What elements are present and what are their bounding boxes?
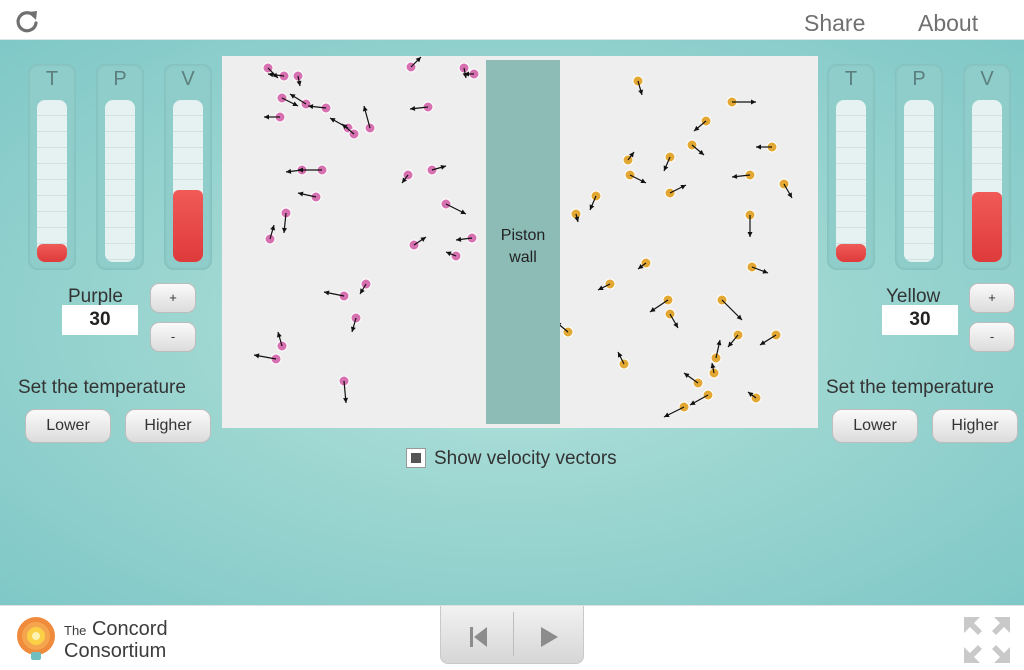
piston-wall[interactable]: Piston wall (486, 60, 560, 424)
yellow-molecule (663, 401, 690, 418)
purple-molecule (362, 105, 376, 134)
purple-molecule (280, 207, 292, 234)
yellow-molecule (726, 96, 756, 108)
purple-molecule (426, 164, 447, 176)
purple-molecule (338, 375, 350, 404)
right-pressure-gauge: P (895, 64, 943, 270)
purple-molecule (401, 169, 414, 184)
yellow-molecule (597, 278, 616, 291)
yellow-molecule (570, 208, 582, 223)
velocity-vectors-label[interactable]: Show velocity vectors (434, 448, 617, 470)
right-value-field[interactable]: 30 (882, 305, 958, 335)
purple-molecule (409, 101, 434, 113)
yellow-molecule (664, 184, 687, 199)
right-temperature-gauge: T (827, 64, 875, 270)
purple-molecule (405, 56, 422, 73)
left-value-field[interactable]: 30 (62, 305, 138, 335)
gauge-label: V (181, 68, 195, 90)
skip-back-icon[interactable] (463, 622, 493, 652)
yellow-molecule (683, 372, 704, 389)
purple-molecule (289, 93, 312, 110)
yellow-molecule (663, 151, 676, 172)
purple-molecule (359, 278, 372, 295)
left-volume-gauge: V (164, 64, 212, 270)
purple-molecule (440, 198, 467, 215)
purple-molecule (262, 62, 279, 79)
left-temperature-gauge: T (28, 64, 76, 270)
fullscreen-icon[interactable] (962, 615, 1012, 665)
yellow-molecule (756, 141, 778, 153)
purple-molecule (455, 232, 478, 244)
reload-icon[interactable] (14, 8, 40, 34)
yellow-molecule (632, 75, 644, 96)
purple-molecule (408, 236, 427, 251)
gauge-fill (37, 244, 67, 262)
yellow-molecule (637, 257, 652, 270)
left-decrement-button[interactable]: - (150, 322, 196, 352)
share-link[interactable]: Share (804, 10, 865, 37)
gauge-label: T (45, 68, 59, 90)
purple-molecule (276, 331, 288, 352)
yellow-molecule (686, 139, 705, 156)
right-set-temperature-label: Set the temperature (826, 377, 994, 398)
purple-molecule (323, 290, 350, 302)
right-higher-button[interactable]: Higher (932, 409, 1018, 443)
velocity-vectors-checkbox[interactable] (406, 448, 426, 468)
yellow-molecule (744, 209, 756, 237)
right-increment-button[interactable]: + (969, 283, 1015, 313)
yellow-molecule (624, 169, 647, 184)
yellow-molecule (689, 389, 714, 406)
concord-logo-text: The Concord Consortium (64, 618, 168, 662)
left-set-temperature-label: Set the temperature (18, 377, 186, 398)
piston-label: Piston wall (500, 227, 546, 266)
play-icon[interactable] (533, 622, 563, 652)
right-volume-gauge: V (963, 64, 1011, 270)
gauge-fill (972, 192, 1002, 262)
left-pressure-gauge: P (96, 64, 144, 270)
purple-molecule (292, 70, 304, 87)
left-increment-button[interactable]: + (150, 283, 196, 313)
about-link[interactable]: About (918, 10, 978, 37)
gauge-label: T (844, 68, 858, 90)
playback-controls (440, 606, 584, 664)
purple-molecule (264, 224, 276, 245)
right-decrement-button[interactable]: - (969, 322, 1015, 352)
yellow-molecule (746, 261, 769, 274)
yellow-molecule (710, 339, 722, 364)
yellow-molecule (716, 294, 743, 321)
simulation-container: Piston wall (222, 56, 818, 428)
yellow-molecule (617, 351, 630, 370)
purple-molecule (253, 353, 282, 365)
footer-bar: The Concord Consortium (0, 605, 1024, 670)
yellow-molecule (731, 169, 756, 181)
gauge-label: P (113, 68, 127, 90)
right-lower-button[interactable]: Lower (832, 409, 918, 443)
yellow-molecule (622, 151, 635, 166)
yellow-molecule (759, 329, 782, 346)
gauge-label: P (912, 68, 926, 90)
gauge-fill (173, 190, 203, 262)
left-higher-button[interactable]: Higher (125, 409, 211, 443)
gauge-fill (836, 244, 866, 262)
yellow-molecule (727, 329, 744, 348)
yellow-molecule (747, 391, 762, 404)
yellow-molecule (664, 308, 679, 329)
purple-molecule (445, 250, 462, 262)
gauge-label: V (980, 68, 994, 90)
yellow-molecule (708, 362, 720, 379)
yellow-molecule (589, 190, 602, 211)
yellow-molecule (693, 115, 712, 132)
purple-molecule (297, 191, 322, 203)
left-lower-button[interactable]: Lower (25, 409, 111, 443)
yellow-molecule (778, 178, 793, 199)
purple-molecule (264, 111, 286, 123)
top-bar: Share About (0, 0, 1024, 40)
purple-molecule (350, 312, 362, 333)
concord-logo-icon (17, 617, 55, 660)
